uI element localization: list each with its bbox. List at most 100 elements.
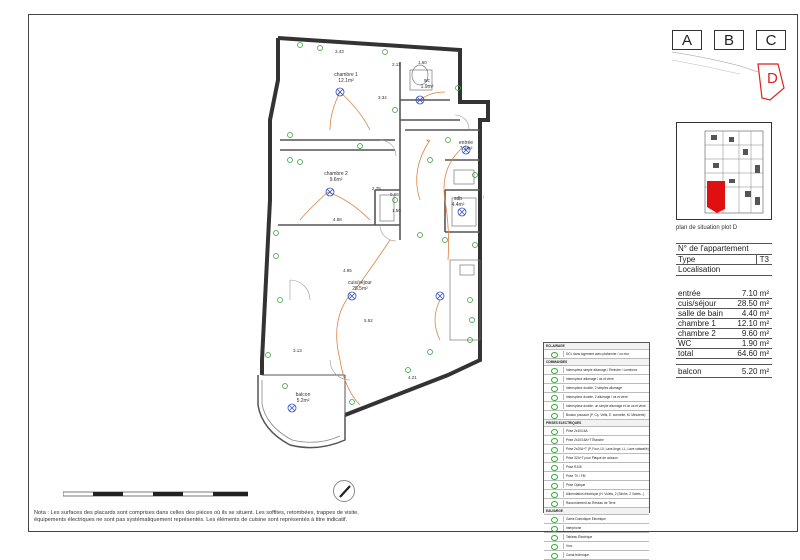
legend-section-name: COMMANDES bbox=[546, 360, 568, 364]
room-area: 9.6m² bbox=[329, 177, 343, 183]
room-label-balcon: balcon 5.2m² bbox=[288, 392, 318, 404]
electrical-legend: ECLAIRAGE DCL dans logement avec plafonn… bbox=[543, 342, 650, 560]
legend-section-title: PRISES ELECTRIQUES bbox=[544, 420, 649, 427]
floor-plan-drawing: ✕ — bbox=[257, 36, 490, 449]
north-arrow-icon bbox=[333, 480, 355, 502]
legend-item-text: Interrupteur double, un simple allumage … bbox=[566, 404, 646, 408]
dimension-label: 0.66 bbox=[390, 192, 399, 197]
dimension-label: 2.75 bbox=[372, 186, 381, 191]
dimension-label: 1.60 bbox=[418, 60, 427, 65]
legend-item-text: Bouton poussoir (P, Cp, Volts, E. sonnet… bbox=[566, 413, 646, 417]
legend-item-text: Gaine Domotique Electrique bbox=[566, 517, 606, 521]
legend-item: Interphone bbox=[544, 524, 649, 533]
dimension-label: 2.12 bbox=[392, 62, 401, 67]
legend-item-text: Canal technique bbox=[566, 553, 590, 557]
room-label-sdb: sdb 4.4m² bbox=[448, 196, 468, 208]
legend-symbol-icon bbox=[545, 403, 564, 410]
legend-item: Prise TV / FM bbox=[544, 472, 649, 481]
legend-item-text: Interphone bbox=[566, 526, 582, 530]
plan-note: Nota : Les surfaces des placards sont co… bbox=[34, 510, 359, 523]
legend-item-text: Interrupteur double, 2 allumage / va et … bbox=[566, 395, 628, 399]
legend-item-text: DCL dans logement avec plafonnier / ou m… bbox=[566, 352, 630, 356]
legend-item: Tableau Électrique bbox=[544, 533, 649, 542]
dimension-label: 4.88 bbox=[333, 217, 342, 222]
legend-symbol-icon bbox=[545, 516, 564, 523]
dimension-label: 1.50 bbox=[392, 208, 401, 213]
room-area: 1.9m² bbox=[420, 84, 434, 90]
room-area: 4.4m² bbox=[451, 202, 465, 208]
legend-item-text: Tableau Électrique bbox=[566, 535, 593, 539]
legend-item: Prise Optique bbox=[544, 481, 649, 490]
legend-item-text: Prise Optique bbox=[566, 483, 586, 487]
legend-symbol-icon bbox=[545, 376, 564, 383]
legend-item: Prise 2x20A+T (P, Four, LV, Lave-linge, … bbox=[544, 445, 649, 454]
dimension-label: 4.95 bbox=[343, 268, 352, 273]
legend-symbol-icon bbox=[545, 455, 564, 462]
legend-symbol-icon bbox=[545, 446, 564, 453]
dimension-label: 4.21 bbox=[408, 375, 417, 380]
room-area: 5.2m² bbox=[296, 398, 310, 404]
legend-item: Raccordement au Réseau de Terre bbox=[544, 499, 649, 508]
legend-item: Canal technique bbox=[544, 551, 649, 560]
legend-item: Gaine Domotique Electrique bbox=[544, 515, 649, 524]
legend-symbol-icon bbox=[545, 473, 564, 480]
legend-item-text: Interrupteur allumage / va et vient bbox=[566, 377, 614, 381]
svg-text:✕: ✕ bbox=[426, 138, 429, 143]
room-area: 12.1m² bbox=[338, 78, 354, 84]
legend-symbol-icon bbox=[545, 491, 564, 498]
dimension-label: 3.43 bbox=[335, 49, 344, 54]
floor-plan-sheet: A B C D plan de situation plot D N° de l… bbox=[0, 0, 800, 560]
room-label-chambre1: chambre 1 12.1m² bbox=[326, 72, 366, 84]
legend-symbol-icon bbox=[545, 552, 564, 559]
room-label-sejour: cuis/séjour 28.5m² bbox=[340, 280, 380, 292]
legend-item: Prise RJ45 bbox=[544, 463, 649, 472]
dimension-label: 5.52 bbox=[364, 318, 373, 323]
legend-item: Prise 2x10/16A bbox=[544, 427, 649, 436]
legend-symbol-icon bbox=[545, 437, 564, 444]
legend-item: Interrupteur double, 2 simples allumage bbox=[544, 384, 649, 393]
legend-item: Prise 32A+T pour Plaque de cuisson bbox=[544, 454, 649, 463]
legend-section-title: COMMANDES bbox=[544, 359, 649, 366]
room-label-chambre2: chambre 2 9.6m² bbox=[316, 171, 356, 183]
legend-item-text: Interrupteur simple allumage / Éteindre … bbox=[566, 368, 638, 372]
legend-item: Vmc bbox=[544, 542, 649, 551]
legend-symbol-icon bbox=[545, 394, 564, 401]
legend-item: Bouton poussoir (P, Cp, Volts, E. sonnet… bbox=[544, 411, 649, 420]
legend-item-text: Prise TV / FM bbox=[566, 474, 586, 478]
legend-section-name: ECLAIRAGE bbox=[546, 344, 565, 348]
legend-item-text: Alimentation électrique (H. Volets, 2 (S… bbox=[566, 492, 645, 496]
legend-symbol-icon bbox=[545, 367, 564, 374]
legend-section-name: PRISES ELECTRIQUES bbox=[546, 421, 582, 425]
legend-item: DCL dans logement avec plafonnier / ou m… bbox=[544, 350, 649, 359]
legend-section-title: EAU/ARGE bbox=[544, 508, 649, 515]
legend-item-text: Prise 2x10/16A bbox=[566, 429, 588, 433]
legend-symbol-icon bbox=[545, 464, 564, 471]
scale-bar bbox=[63, 491, 248, 497]
legend-symbol-icon bbox=[545, 525, 564, 532]
legend-item-text: Vmc bbox=[566, 544, 573, 548]
room-area: 28.5m² bbox=[352, 286, 368, 292]
legend-item: Alimentation électrique (H. Volets, 2 (S… bbox=[544, 490, 649, 499]
legend-section-title: ECLAIRAGE bbox=[544, 343, 649, 350]
legend-item: Interrupteur allumage / va et vient bbox=[544, 375, 649, 384]
legend-symbol-icon bbox=[545, 500, 564, 507]
legend-symbol-icon bbox=[545, 412, 564, 419]
svg-text:—: — bbox=[482, 195, 487, 199]
room-label-entree: entrée 7.1m² bbox=[456, 140, 476, 152]
room-area: 7.1m² bbox=[459, 146, 473, 152]
legend-item: Interrupteur simple allumage / Éteindre … bbox=[544, 366, 649, 375]
legend-item-text: Prise RJ45 bbox=[566, 465, 582, 469]
legend-symbol-icon bbox=[545, 482, 564, 489]
dimension-label: 3.34 bbox=[378, 95, 387, 100]
dimension-label: 3.13 bbox=[293, 348, 302, 353]
legend-item-text: Interrupteur double, 2 simples allumage bbox=[566, 386, 622, 390]
legend-item-text: Prise 32A+T pour Plaque de cuisson bbox=[566, 456, 618, 460]
legend-section-name: EAU/ARGE bbox=[546, 509, 563, 513]
legend-item: Prise 2x10/16A+T Étanche bbox=[544, 436, 649, 445]
legend-item-text: Raccordement au Réseau de Terre bbox=[566, 501, 616, 505]
legend-item-text: Prise 2x20A+T (P, Four, LV, Lave-linge, … bbox=[566, 447, 649, 451]
legend-symbol-icon bbox=[545, 534, 564, 541]
legend-symbol-icon bbox=[545, 351, 564, 358]
legend-symbol-icon bbox=[545, 385, 564, 392]
legend-symbol-icon bbox=[545, 428, 564, 435]
